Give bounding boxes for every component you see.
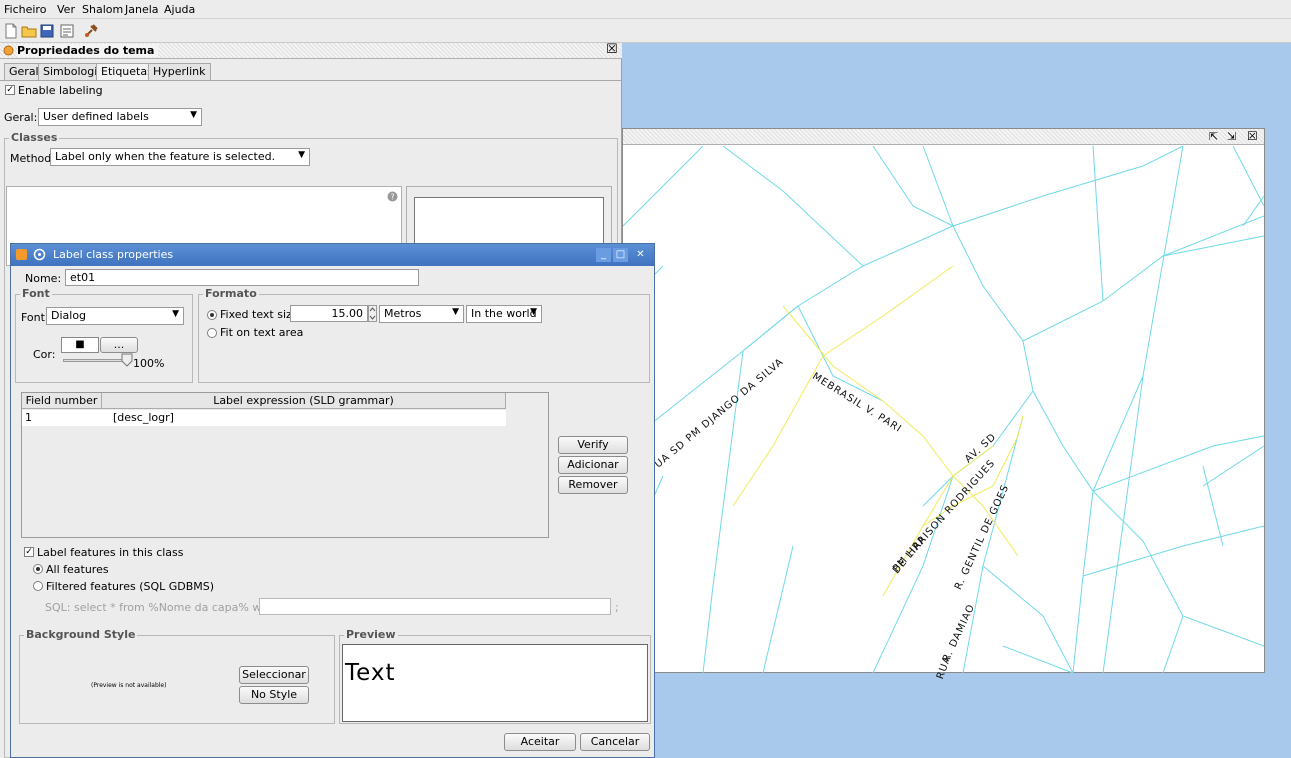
expression-header[interactable]: Label expression (SLD grammar)	[102, 393, 506, 409]
accept-button[interactable]: Aceitar	[504, 733, 576, 751]
close-icon[interactable]: ✕	[633, 248, 648, 262]
tools-icon[interactable]	[83, 23, 99, 39]
formato-group-label: Formato	[203, 287, 259, 300]
chevron-down-icon: ▼	[190, 110, 197, 120]
opacity-slider-track[interactable]	[63, 359, 127, 362]
size-spinner-icon[interactable]	[368, 305, 377, 322]
no-style-button[interactable]: No Style	[239, 686, 309, 704]
settings-icon[interactable]	[33, 248, 46, 261]
method-label: Method:	[10, 152, 55, 165]
text-size-input[interactable]: 15.00	[290, 305, 368, 322]
sql-tail: ;	[615, 601, 619, 614]
new-file-icon[interactable]	[3, 23, 19, 39]
fit-on-text-area-radio[interactable]	[207, 328, 217, 338]
world-select-value: In the world	[471, 307, 537, 320]
font-label: Font	[21, 311, 45, 324]
label-features-label: Label features in this class	[37, 546, 184, 559]
svg-text:?: ?	[390, 193, 394, 202]
color-label: Cor:	[33, 348, 56, 361]
close-icon[interactable]: ☒	[1247, 129, 1258, 143]
save-icon[interactable]	[39, 23, 55, 39]
name-input[interactable]: et01	[65, 269, 419, 286]
color-swatch[interactable]: ■	[61, 337, 99, 353]
all-features-radio[interactable]	[33, 564, 43, 574]
preview-unavailable: (Preview is not available)	[91, 682, 167, 689]
select-style-button[interactable]: Seleccionar	[239, 666, 309, 684]
field-number-cell: 1	[25, 411, 32, 424]
dialog-title: Label class properties	[53, 248, 174, 261]
chevron-down-icon: ▼	[530, 307, 537, 317]
app-icon	[16, 249, 27, 260]
restore-icon[interactable]: ⇱	[1209, 130, 1218, 143]
toolbar	[0, 19, 1291, 43]
add-button[interactable]: Adicionar	[558, 456, 628, 474]
units-select[interactable]: Metros ▼	[379, 305, 464, 323]
chevron-down-icon: ▼	[172, 309, 179, 319]
font-group-label: Font	[20, 287, 52, 300]
menu-ficheiro[interactable]: Ficheiro	[4, 3, 46, 16]
all-features-label: All features	[46, 563, 109, 576]
geral-select-value: User defined labels	[43, 110, 149, 123]
field-number-header[interactable]: Field number	[22, 393, 102, 409]
fit-on-text-area-label: Fit on text area	[220, 326, 304, 339]
theme-icon	[3, 45, 14, 56]
color-picker-button[interactable]: ...	[100, 337, 138, 353]
cancel-button[interactable]: Cancelar	[580, 733, 650, 751]
menu-ajuda[interactable]: Ajuda	[164, 3, 195, 16]
maximize-icon[interactable]: □	[613, 248, 628, 262]
filtered-features-label: Filtered features (SQL GDBMS)	[46, 580, 215, 593]
geral-label: Geral:	[4, 111, 38, 124]
help-icon[interactable]: ?	[387, 191, 398, 202]
opacity-value: 100%	[133, 357, 165, 370]
preview-group-label: Preview	[344, 628, 398, 641]
enable-labeling-label: Enable labeling	[18, 84, 103, 97]
classes-group-label: Classes	[9, 131, 60, 144]
opacity-slider-thumb[interactable]	[121, 353, 133, 367]
menu-janela[interactable]: Janela	[125, 3, 159, 16]
world-select[interactable]: In the world ▼	[466, 305, 542, 323]
expression-table[interactable]: Field number Label expression (SLD gramm…	[21, 392, 549, 538]
units-select-value: Metros	[384, 307, 422, 320]
dialog-title-bar[interactable]: Label class properties _ □ ✕	[11, 244, 654, 266]
maximize-icon[interactable]: ⇲	[1227, 130, 1236, 143]
open-folder-icon[interactable]	[21, 23, 37, 39]
chevron-down-icon: ▼	[298, 150, 305, 160]
expression-cell: [desc_logr]	[113, 411, 174, 424]
background-style-label: Background Style	[24, 628, 138, 641]
sql-label: SQL: select * from %Nome da capa% where	[45, 601, 287, 614]
properties-title: Propriedades do tema	[17, 44, 159, 57]
map-window: ⇱ ⇲ ☒ UA SD PM DJANGO DA SILVA MEBRASIL …	[622, 128, 1265, 681]
properties-icon[interactable]	[59, 23, 75, 39]
filtered-features-radio[interactable]	[33, 581, 43, 591]
tab-divider	[0, 80, 622, 81]
chevron-down-icon: ▼	[452, 307, 459, 317]
menu-ver[interactable]: Ver	[57, 3, 75, 16]
label-features-checkbox[interactable]: ✓	[24, 547, 34, 557]
geral-select[interactable]: User defined labels ▼	[38, 108, 202, 126]
font-select[interactable]: Dialog ▼	[46, 307, 184, 325]
map-title-bar: ⇱ ⇲ ☒	[623, 129, 1264, 145]
font-select-value: Dialog	[51, 309, 87, 322]
preview-text: Text	[342, 644, 648, 722]
minimize-icon[interactable]: _	[596, 248, 611, 262]
close-icon[interactable]: ☒	[606, 42, 618, 57]
menu-bar: Ficheiro Ver Shalom Janela Ajuda	[0, 0, 1291, 19]
table-header: Field number Label expression (SLD gramm…	[22, 393, 506, 409]
verify-button[interactable]: Verify	[558, 436, 628, 454]
sql-where-input[interactable]	[259, 598, 611, 615]
fixed-text-size-radio[interactable]	[207, 310, 217, 320]
menu-shalom[interactable]: Shalom	[82, 3, 123, 16]
name-label: Nome:	[25, 272, 62, 285]
label-class-dialog: Label class properties _ □ ✕ Nome: et01 …	[10, 243, 655, 758]
properties-title-bar: Propriedades do tema ☒	[0, 42, 622, 59]
method-select[interactable]: Label only when the feature is selected.…	[50, 148, 310, 166]
remove-button[interactable]: Remover	[558, 476, 628, 494]
tab-hyperlink[interactable]: Hyperlink	[148, 63, 211, 80]
fixed-text-size-label: Fixed text size	[220, 308, 299, 321]
method-select-value: Label only when the feature is selected.	[55, 150, 276, 163]
enable-labeling-checkbox[interactable]: ✓	[5, 85, 15, 95]
table-row[interactable]: 1 [desc_logr]	[22, 410, 506, 426]
